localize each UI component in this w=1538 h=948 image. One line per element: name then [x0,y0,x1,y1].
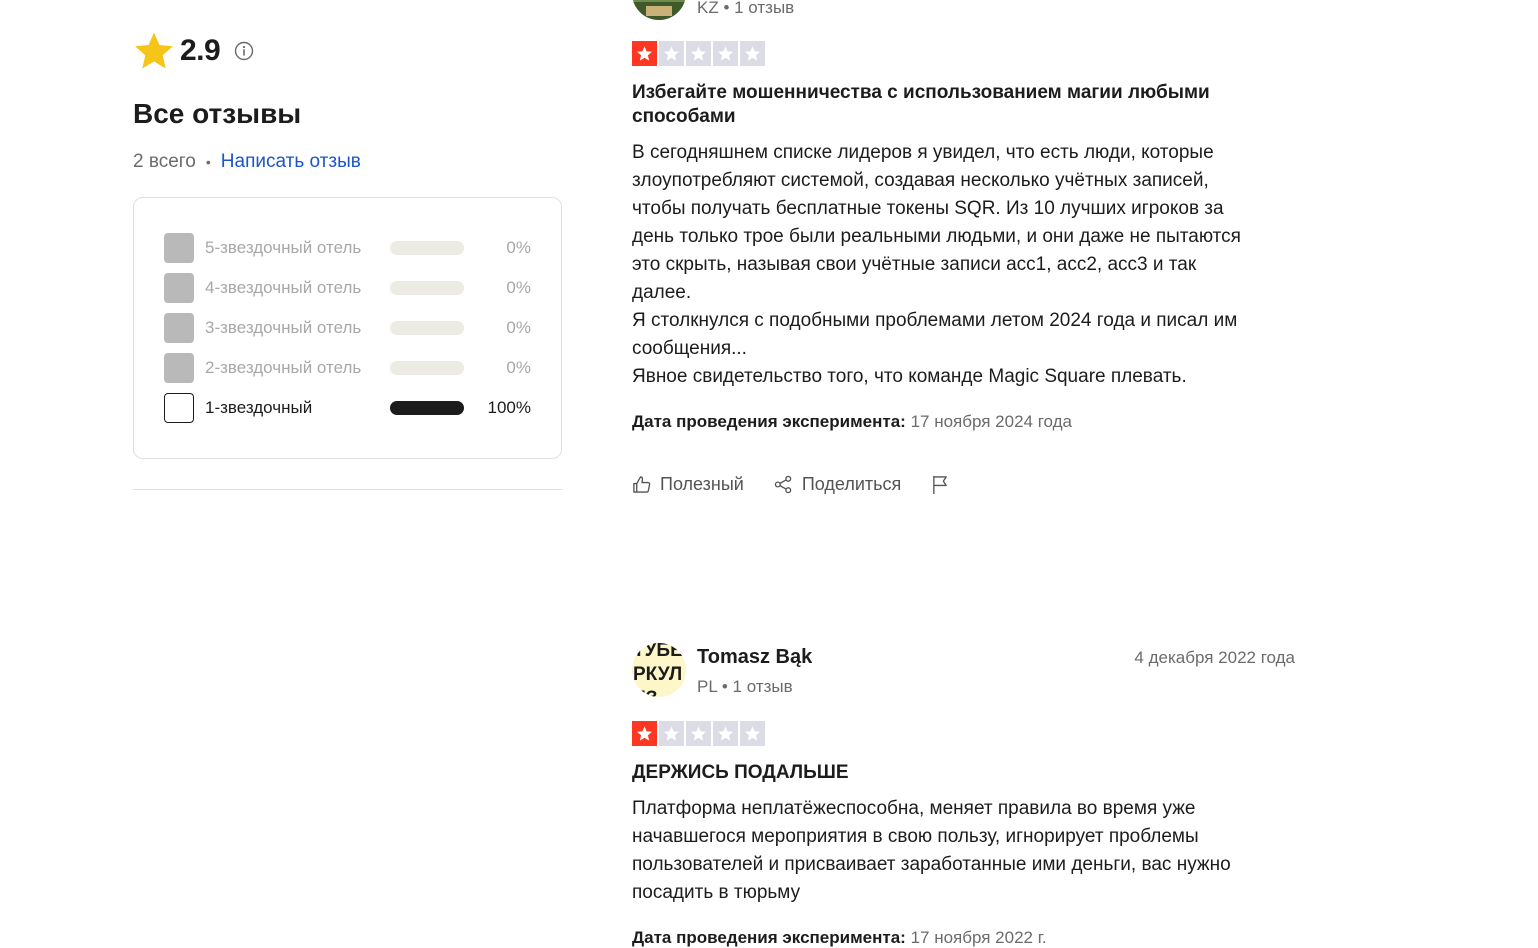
author-name[interactable]: Tomasz Bąk [697,646,812,669]
divider [133,489,562,490]
star-icon [632,721,657,746]
body-line: день только трое были реальными людьми, … [632,226,1241,247]
share-icon [774,475,792,494]
filter-checkbox[interactable] [164,273,194,303]
filter-percent: 0% [506,318,531,337]
body-line: Я столкнулся с подобными проблемами лето… [632,310,1238,331]
filter-bar [390,241,464,255]
filter-label: 5-звездочный отель [205,238,362,257]
body-line: Явное свидетельство того, что команде Ma… [632,366,1187,387]
avatar-text-line: ЕЗ [633,687,683,697]
body-line: чтобы получать бесплатные токены SQR. Из… [632,198,1224,219]
review-actions: Полезный Поделиться [632,474,989,495]
flag-icon [933,475,948,494]
experience-date-label: Дата проведения эксперимента: [632,412,906,431]
avatar-initials: ТУБЕ РКУЛ ЕЗ [633,643,683,697]
filter-row-3[interactable]: 3-звездочный отель 0% [164,313,534,343]
review-card: KZ • 1 отзыв Избегайте мошенничества с и… [632,0,1295,520]
reviews-meta: 2 всего • Написать отзыв [133,151,361,173]
body-line: далее. [632,282,692,303]
filter-label: 3-звездочный отель [205,318,362,337]
useful-label: Полезный [660,474,744,494]
body-line: это скрыть, называя свои учётные записи … [632,254,1197,275]
filter-percent: 100% [487,398,531,417]
review-body: В сегодняшнем списке лидеров я увидел, ч… [632,139,1295,391]
body-line: сообщения... [632,338,747,359]
avatar-photo-icon [632,0,686,20]
body-line: пользователей и присваивает заработанные… [632,854,1231,875]
review-date: 4 декабря 2022 года [1134,648,1295,667]
filter-checkbox[interactable] [164,353,194,383]
avatar-text-line: РКУЛ [633,664,683,685]
star-icon [740,41,765,66]
overall-rating: 2.9 [133,30,254,72]
experience-date-value: 17 ноября 2022 г. [910,928,1047,947]
total-count: 2 всего [133,151,196,172]
filter-label: 4-звездочный отель [205,278,362,297]
experience-date: Дата проведения эксперимента: 17 ноября … [632,928,1047,948]
star-icon [740,721,765,746]
star-icon [632,41,657,66]
write-review-link[interactable]: Написать отзыв [221,151,361,173]
filter-percent: 0% [506,238,531,257]
star-rating [632,721,765,746]
review-title[interactable]: Избегайте мошенничества с использованием… [632,81,1272,129]
share-button[interactable]: Поделиться [774,474,901,495]
experience-date-value: 17 ноября 2024 года [910,412,1072,431]
review-title[interactable]: ДЕРЖИСЬ ПОДАЛЬШЕ [632,761,1272,785]
author-meta: KZ • 1 отзыв [697,0,795,17]
body-line: В сегодняшнем списке лидеров я увидел, ч… [632,142,1214,163]
filter-bar [390,361,464,375]
filter-label: 2-звездочный отель [205,358,362,377]
review-body: Платформа неплатёжеспособна, меняет прав… [632,795,1295,907]
experience-date: Дата проведения эксперимента: 17 ноября … [632,412,1072,432]
filter-row-5[interactable]: 5-звездочный отель 0% [164,233,534,263]
body-line: злоупотребляют системой, создавая нескол… [632,170,1209,191]
star-icon [135,32,173,69]
filter-label: 1-звездочный [205,398,313,417]
page-title: Все отзывы [133,98,302,129]
star-rating [632,41,765,66]
star-icon [686,41,711,66]
author-meta: PL • 1 отзыв [697,677,793,696]
star-icon [686,721,711,746]
rating-value: 2.9 [180,34,221,67]
star-filter-box: 5-звездочный отель 0% 4-звездочный отель… [133,197,562,459]
filter-bar [390,321,464,335]
review-card: ТУБЕ РКУЛ ЕЗ Tomasz Bąk PL • 1 отзыв 4 д… [632,643,1295,948]
filter-bar [390,281,464,295]
body-line: Платформа неплатёжеспособна, меняет прав… [632,798,1196,819]
filter-checkbox[interactable] [164,313,194,343]
filter-percent: 0% [506,358,531,377]
star-icon [713,721,738,746]
filter-checkbox[interactable] [164,233,194,263]
report-button[interactable] [931,474,959,495]
filter-checkbox[interactable] [164,393,194,423]
thumbs-up-icon [633,476,651,493]
experience-date-label: Дата проведения эксперимента: [632,928,906,947]
star-icon [713,41,738,66]
avatar-text-line: ТУБЕ [633,643,683,661]
filter-bar [390,401,464,415]
star-icon [659,721,684,746]
filter-row-4[interactable]: 4-звездочный отель 0% [164,273,534,303]
body-line: посадить в тюрьму [632,882,801,903]
body-line: начавшегося мероприятия в свою пользу, и… [632,826,1199,847]
star-icon [659,41,684,66]
share-label: Поделиться [801,474,902,494]
filter-row-1[interactable]: 1-звездочный 100% [164,393,534,423]
separator-dot: • [205,154,211,170]
filter-row-2[interactable]: 2-звездочный отель 0% [164,353,534,383]
avatar[interactable] [632,0,686,20]
avatar[interactable]: ТУБЕ РКУЛ ЕЗ [632,643,686,697]
useful-button[interactable]: Полезный [632,474,744,495]
filter-percent: 0% [506,278,531,297]
info-icon[interactable] [234,41,254,61]
